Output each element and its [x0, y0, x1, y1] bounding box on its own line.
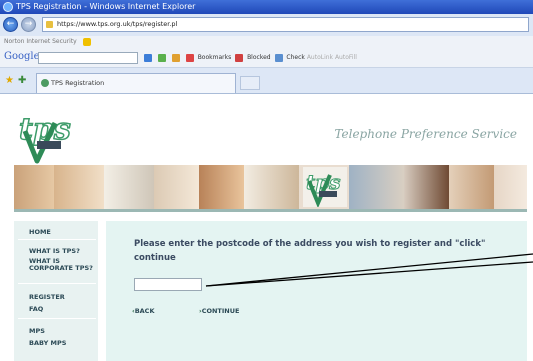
check-button[interactable]: Check — [286, 54, 304, 61]
norton-icon[interactable] — [82, 37, 91, 46]
google-toolbar: Google Bookmarks Blocked Check AutoLink … — [0, 48, 533, 68]
back-button-label: BACK — [134, 307, 155, 315]
continue-button-label: CONTINUE — [201, 307, 240, 315]
nav-home[interactable]: HOME — [29, 229, 93, 236]
web-page: tps Telephone Preference Service tps HOM… — [0, 95, 533, 361]
lock-icon — [46, 21, 53, 28]
news-icon[interactable] — [157, 53, 166, 62]
continue-button[interactable]: ›CONTINUE — [199, 307, 239, 315]
popup-blocker-icon — [235, 53, 244, 62]
autolink-button[interactable]: AutoLink — [307, 54, 333, 61]
banner-divider — [14, 209, 527, 212]
window-title: TPS Registration - Windows Internet Expl… — [16, 2, 196, 11]
nav-mps[interactable]: MPS — [29, 328, 93, 335]
left-navigation: HOME WHAT IS TPS? WHAT IS CORPORATE TPS?… — [14, 221, 98, 361]
security-toolbar-label: Norton Internet Security — [4, 38, 77, 45]
new-tab-button[interactable] — [240, 76, 260, 90]
add-favorite-icon[interactable]: ✚ — [18, 75, 26, 86]
navigation-toolbar: ← → https://www.tps.org.uk/tps/register.… — [0, 14, 533, 36]
postcode-input[interactable] — [134, 278, 202, 291]
security-toolbar: Norton Internet Security — [0, 36, 533, 48]
spellcheck-icon — [274, 53, 283, 62]
window-title-bar: TPS Registration - Windows Internet Expl… — [0, 0, 533, 14]
google-toolbar-tools: Bookmarks Blocked Check AutoLink AutoFil… — [142, 52, 532, 64]
nav-faq[interactable]: FAQ — [29, 306, 93, 313]
address-url: https://www.tps.org.uk/tps/register.pl — [57, 20, 178, 28]
nav-what-is-tps[interactable]: WHAT IS TPS? — [29, 248, 93, 255]
back-icon[interactable]: ← — [3, 17, 18, 32]
tab-bar: ★ ✚ TPS Registration — [0, 68, 533, 94]
favorites-star-icon[interactable]: ★ — [5, 75, 14, 86]
tab-favicon-icon — [41, 79, 49, 87]
search-go-icon[interactable] — [144, 53, 152, 62]
bookmarks-button[interactable]: Bookmarks — [198, 54, 232, 61]
back-button[interactable]: ‹BACK — [132, 307, 154, 315]
main-panel: Please enter the postcode of the address… — [106, 221, 527, 361]
postcode-instructions: Please enter the postcode of the address… — [134, 239, 486, 263]
gmail-icon[interactable] — [171, 53, 180, 62]
nav-baby-mps[interactable]: BABY MPS — [29, 340, 93, 347]
photo-banner: tps — [14, 165, 527, 209]
tab-title: TPS Registration — [51, 79, 105, 87]
google-logo: Google — [4, 51, 40, 62]
blocked-button[interactable]: Blocked — [247, 54, 271, 61]
autofill-button[interactable]: AutoFill — [335, 54, 357, 61]
bookmark-star-icon[interactable] — [185, 53, 194, 62]
banner-tps-logo: tps — [303, 167, 347, 207]
forward-icon[interactable]: → — [21, 17, 36, 32]
site-tagline: Telephone Preference Service — [334, 127, 517, 141]
google-search-input[interactable] — [38, 52, 138, 64]
nav-what-is-corporate-tps[interactable]: WHAT IS CORPORATE TPS? — [29, 258, 93, 272]
tab-tps-registration[interactable]: TPS Registration — [36, 73, 236, 93]
tps-logo[interactable]: tps — [15, 109, 85, 167]
address-bar[interactable]: https://www.tps.org.uk/tps/register.pl — [42, 17, 529, 32]
internet-explorer-icon — [3, 2, 13, 12]
nav-register[interactable]: REGISTER — [29, 294, 93, 301]
